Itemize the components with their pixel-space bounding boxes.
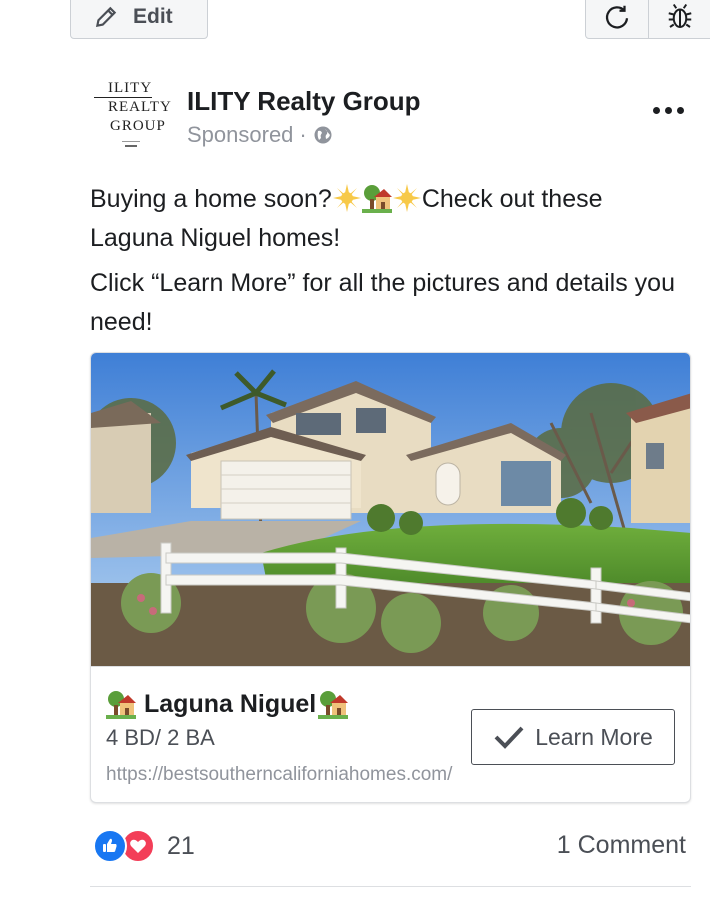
learn-more-label: Learn More: [535, 723, 653, 750]
reactions-summary[interactable]: 21: [93, 829, 195, 863]
card-footer: Laguna Niguel 4 BD/ 2 BA https://bestsou…: [91, 666, 690, 802]
learn-more-button[interactable]: Learn More: [471, 709, 675, 765]
globe-icon[interactable]: [313, 125, 333, 145]
card-description: 4 BD/ 2 BA: [106, 725, 215, 750]
page-logo-avatar[interactable]: ILITY REALTY GROUP: [90, 80, 174, 158]
pencil-icon: [95, 6, 117, 27]
sponsored-row: Sponsored ·: [187, 122, 333, 148]
meta-separator: ·: [299, 122, 307, 147]
bug-report-button[interactable]: [648, 0, 710, 38]
reaction-count: 21: [167, 831, 195, 860]
edit-button[interactable]: Edit: [70, 0, 208, 39]
divider: [90, 886, 691, 887]
house-photo[interactable]: [91, 353, 691, 666]
house-with-garden-icon: [318, 691, 349, 719]
checkmark-icon: [494, 726, 524, 749]
logo-fine-print: [122, 141, 140, 147]
logo-line-1: ILITY: [94, 80, 153, 98]
sponsored-label[interactable]: Sponsored: [187, 122, 293, 148]
house-with-garden-icon: [361, 185, 392, 213]
dot-icon: [676, 106, 684, 114]
logo-line-2: REALTY: [108, 99, 172, 115]
logo-line-3: GROUP: [110, 118, 166, 134]
card-title-text: Laguna Niguel: [144, 689, 317, 718]
more-options-button[interactable]: [648, 98, 688, 122]
like-reaction-icon: [93, 829, 127, 863]
refresh-icon: [605, 5, 629, 28]
card-headline[interactable]: Laguna Niguel: [106, 689, 349, 719]
post-text-line1-start: Buying a home soon?: [90, 185, 332, 213]
dot-icon: [664, 106, 672, 114]
bug-icon: [668, 3, 691, 28]
sparkle-sun-icon: [332, 184, 361, 212]
sparkle-sun-icon: [392, 184, 421, 212]
post-text-line1-end: Check out these: [421, 185, 603, 213]
link-preview-card[interactable]: Laguna Niguel 4 BD/ 2 BA https://bestsou…: [90, 352, 691, 803]
card-url: https://bestsoutherncaliforniahomes.com/: [106, 764, 453, 785]
page-name-link[interactable]: ILITY Realty Group: [187, 86, 421, 117]
post-paragraph-1: Buying a home soon? Check out these Lagu…: [90, 180, 690, 258]
post-message: Buying a home soon? Check out these Lagu…: [90, 180, 690, 348]
house-with-garden-icon: [106, 691, 136, 719]
dot-icon: [652, 106, 660, 114]
post-paragraph-2: Click “Learn More” for all the pictures …: [90, 269, 675, 336]
comments-link[interactable]: 1 Comment: [557, 831, 686, 860]
post-text-line2: Laguna Niguel homes!: [90, 224, 341, 252]
toolbar-group: [585, 0, 710, 39]
refresh-button[interactable]: [586, 0, 648, 38]
edit-button-label: Edit: [133, 4, 173, 28]
